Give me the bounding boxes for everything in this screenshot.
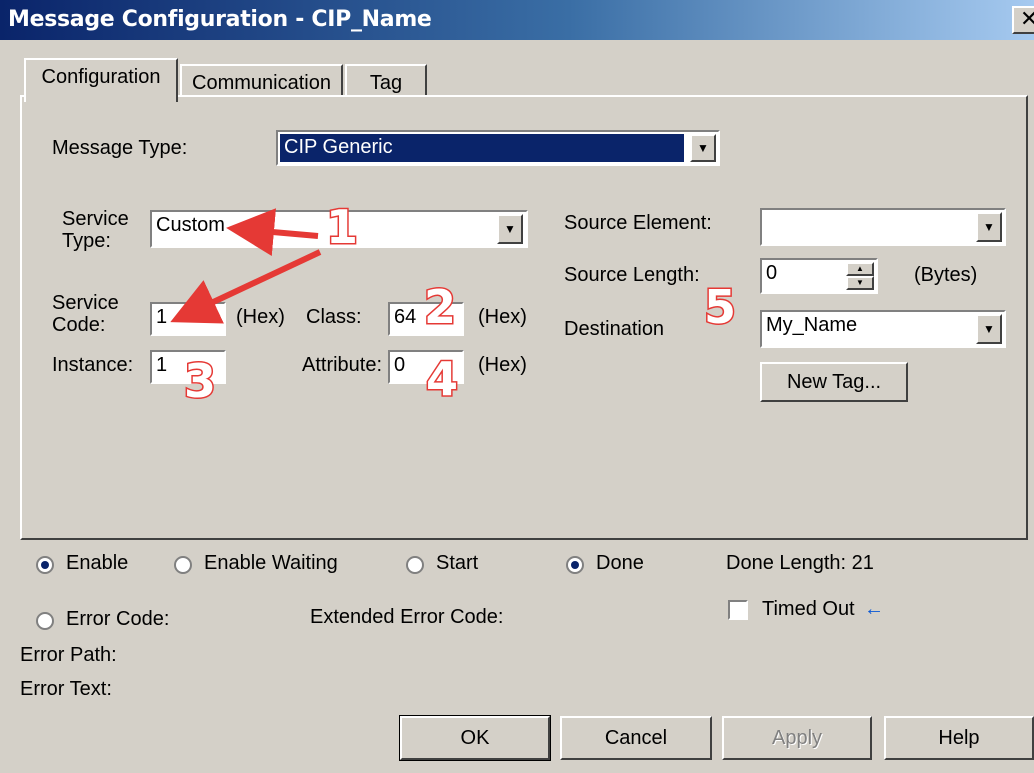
annotation-arrow-1a (226, 208, 319, 257)
annotation-5: 5 (702, 280, 737, 334)
annotation-1: 1 (324, 200, 359, 254)
annotation-2: 2 (422, 280, 457, 334)
annotation-3: 3 (182, 354, 217, 408)
annotation-4: 4 (424, 352, 459, 406)
annotation-arrow-1b (170, 249, 322, 324)
annotation-arrows (170, 208, 322, 324)
